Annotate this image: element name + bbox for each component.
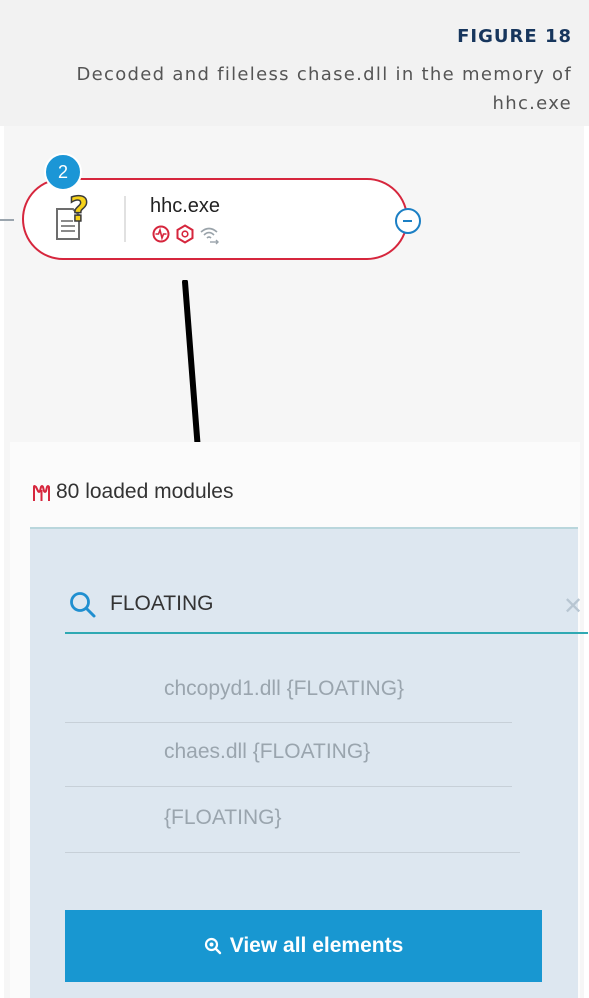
search-underline xyxy=(65,632,588,634)
svg-text:?: ? xyxy=(69,193,89,230)
zoom-search-icon xyxy=(204,937,221,955)
view-all-elements-button[interactable]: View all elements xyxy=(65,910,542,982)
module-result-item[interactable]: {FLOATING} xyxy=(164,806,504,830)
figure-label: FIGURE 18 xyxy=(457,26,572,47)
result-divider xyxy=(65,722,512,723)
search-icon xyxy=(70,592,96,618)
threat-hexagon-icon xyxy=(176,224,194,244)
module-result-item[interactable]: chaes.dll {FLOATING} xyxy=(164,740,504,764)
node-divider xyxy=(124,196,126,242)
module-search-input[interactable] xyxy=(110,589,410,619)
view-all-label: View all elements xyxy=(229,934,404,957)
loaded-modules-count: 80 loaded modules xyxy=(56,480,234,503)
network-icon xyxy=(200,227,219,245)
activity-icon xyxy=(152,225,170,243)
modules-icon xyxy=(33,485,50,501)
annotation-pointer-line xyxy=(182,280,201,453)
process-count-badge: 2 xyxy=(44,153,82,191)
process-flags xyxy=(152,224,219,245)
close-icon[interactable]: ✕ xyxy=(563,592,583,621)
result-divider xyxy=(65,786,512,787)
process-name: hhc.exe xyxy=(150,195,221,217)
result-divider xyxy=(65,852,520,853)
collapse-node-button[interactable] xyxy=(395,208,421,234)
unknown-file-icon: ? xyxy=(56,193,90,240)
module-result-item[interactable]: chcopyd1.dll {FLOATING} xyxy=(164,677,504,701)
figure-description: Decoded and fileless chase.dll in the me… xyxy=(76,64,572,114)
graph-edge xyxy=(0,219,14,221)
